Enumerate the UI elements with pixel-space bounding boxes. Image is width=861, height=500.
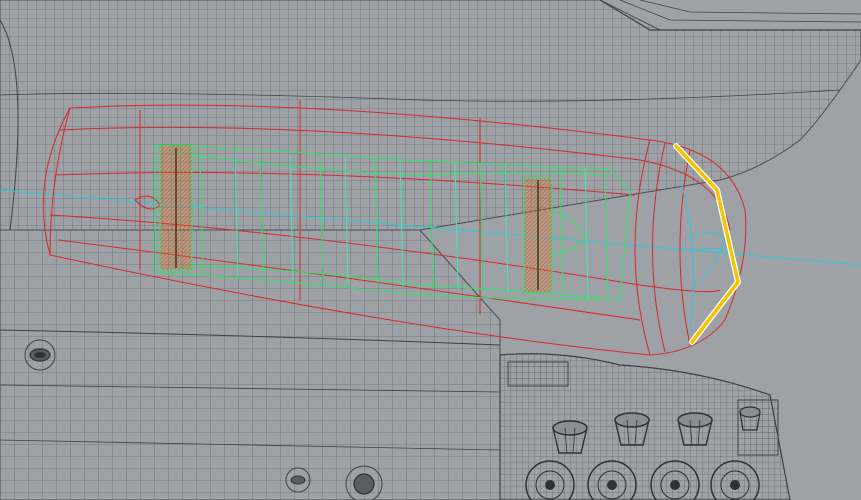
fan-stage[interactable] — [159, 144, 193, 271]
wireframe-scene[interactable] — [0, 0, 861, 500]
cad-3d-viewport[interactable] — [0, 0, 861, 500]
fuselage-mesh[interactable] — [0, 229, 501, 500]
